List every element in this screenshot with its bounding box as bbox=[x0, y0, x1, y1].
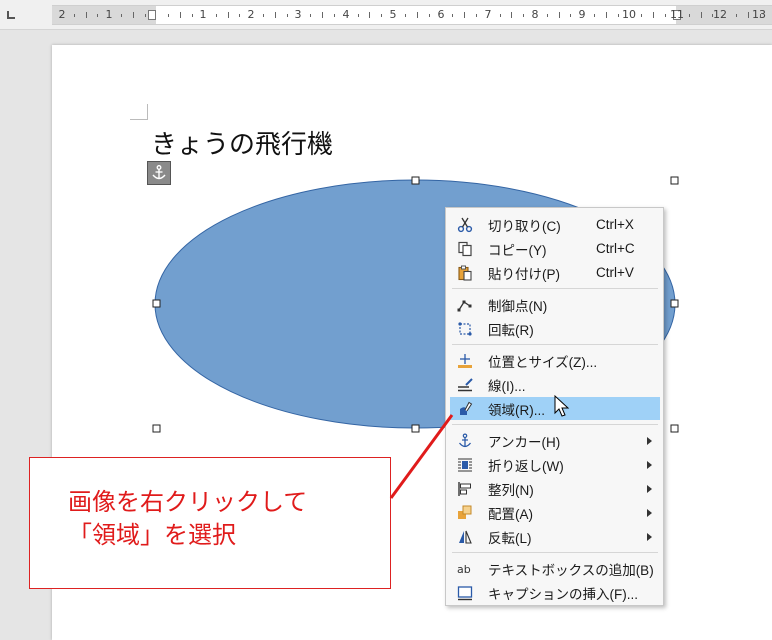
menu-item-label: 貼り付け(P) bbox=[488, 266, 560, 282]
submenu-arrow-icon bbox=[647, 484, 652, 493]
textbox-icon: ab bbox=[454, 560, 476, 578]
menu-item-label: テキストボックスの追加(B) bbox=[488, 562, 654, 578]
line-icon bbox=[454, 376, 476, 394]
menu-separator bbox=[452, 552, 658, 553]
menu-item-cut[interactable]: 切り取り(C) Ctrl+X bbox=[450, 213, 660, 236]
menu-item-shortcut: Ctrl+C bbox=[596, 241, 635, 256]
selection-handle[interactable] bbox=[670, 299, 679, 308]
submenu-arrow-icon bbox=[647, 532, 652, 541]
menu-item-label: 整列(N) bbox=[488, 482, 534, 498]
menu-item-arrange[interactable]: 配置(A) bbox=[450, 501, 660, 524]
anchor-icon bbox=[454, 432, 476, 450]
menu-item-label: 位置とサイズ(Z)... bbox=[488, 354, 598, 370]
menu-item-label: アンカー(H) bbox=[488, 434, 561, 450]
selection-handle[interactable] bbox=[411, 424, 420, 433]
instruction-callout: 画像を右クリックして 「領域」を選択 bbox=[29, 457, 391, 589]
wrap-icon bbox=[454, 456, 476, 474]
menu-item-area[interactable]: 領域(R)... bbox=[450, 397, 660, 420]
menu-item-paste[interactable]: 貼り付け(P) Ctrl+V bbox=[450, 261, 660, 284]
menu-separator bbox=[452, 424, 658, 425]
menu-item-label: キャプションの挿入(F)... bbox=[488, 586, 638, 602]
paste-icon bbox=[454, 264, 476, 282]
menu-item-label: 配置(A) bbox=[488, 506, 533, 522]
menu-item-label: 制御点(N) bbox=[488, 298, 548, 314]
copy-icon bbox=[454, 240, 476, 258]
arrange-icon bbox=[454, 504, 476, 522]
menu-item-label: 反転(L) bbox=[488, 530, 532, 546]
menu-item-wrap[interactable]: 折り返し(W) bbox=[450, 453, 660, 476]
menu-item-flip[interactable]: 反転(L) bbox=[450, 525, 660, 548]
submenu-arrow-icon bbox=[647, 460, 652, 469]
menu-item-label: 領域(R)... bbox=[488, 402, 545, 418]
menu-item-add-textbox[interactable]: ab テキストボックスの追加(B) bbox=[450, 557, 660, 580]
menu-separator bbox=[452, 344, 658, 345]
menu-item-label: コピー(Y) bbox=[488, 242, 547, 258]
menu-item-label: 切り取り(C) bbox=[488, 218, 561, 234]
submenu-arrow-icon bbox=[647, 436, 652, 445]
svg-text:ab: ab bbox=[457, 563, 471, 576]
points-icon bbox=[454, 296, 476, 314]
menu-item-position-size[interactable]: 位置とサイズ(Z)... bbox=[450, 349, 660, 372]
selection-handle[interactable] bbox=[152, 299, 161, 308]
menu-item-label: 回転(R) bbox=[488, 322, 534, 338]
menu-separator bbox=[452, 288, 658, 289]
menu-item-insert-caption[interactable]: キャプションの挿入(F)... bbox=[450, 581, 660, 604]
menu-item-anchor[interactable]: アンカー(H) bbox=[450, 429, 660, 452]
scissors-icon bbox=[454, 216, 476, 234]
menu-item-label: 折り返し(W) bbox=[488, 458, 564, 474]
position-size-icon bbox=[454, 352, 476, 370]
area-icon bbox=[454, 400, 476, 418]
selection-handle[interactable] bbox=[670, 424, 679, 433]
context-menu: 切り取り(C) Ctrl+X コピー(Y) Ctrl+C 貼り付け(P) Ctr… bbox=[445, 207, 664, 606]
menu-item-copy[interactable]: コピー(Y) Ctrl+C bbox=[450, 237, 660, 260]
menu-item-rotate[interactable]: 回転(R) bbox=[450, 317, 660, 340]
menu-item-shortcut: Ctrl+V bbox=[596, 265, 634, 280]
callout-text-line: 「領域」を選択 bbox=[68, 521, 236, 549]
menu-item-shortcut: Ctrl+X bbox=[596, 217, 634, 232]
menu-item-label: 線(I)... bbox=[488, 378, 526, 394]
anchor-icon bbox=[152, 165, 166, 180]
caption-icon bbox=[454, 584, 476, 602]
rotate-icon bbox=[454, 320, 476, 338]
flip-icon bbox=[454, 528, 476, 546]
anchor-indicator[interactable] bbox=[147, 161, 171, 185]
menu-item-align[interactable]: 整列(N) bbox=[450, 477, 660, 500]
selection-handle[interactable] bbox=[411, 176, 420, 185]
callout-text-line: 画像を右クリックして bbox=[68, 488, 308, 516]
selection-handle[interactable] bbox=[670, 176, 679, 185]
align-icon bbox=[454, 480, 476, 498]
submenu-arrow-icon bbox=[647, 508, 652, 517]
menu-item-line[interactable]: 線(I)... bbox=[450, 373, 660, 396]
menu-item-points[interactable]: 制御点(N) bbox=[450, 293, 660, 316]
selection-handle[interactable] bbox=[152, 424, 161, 433]
